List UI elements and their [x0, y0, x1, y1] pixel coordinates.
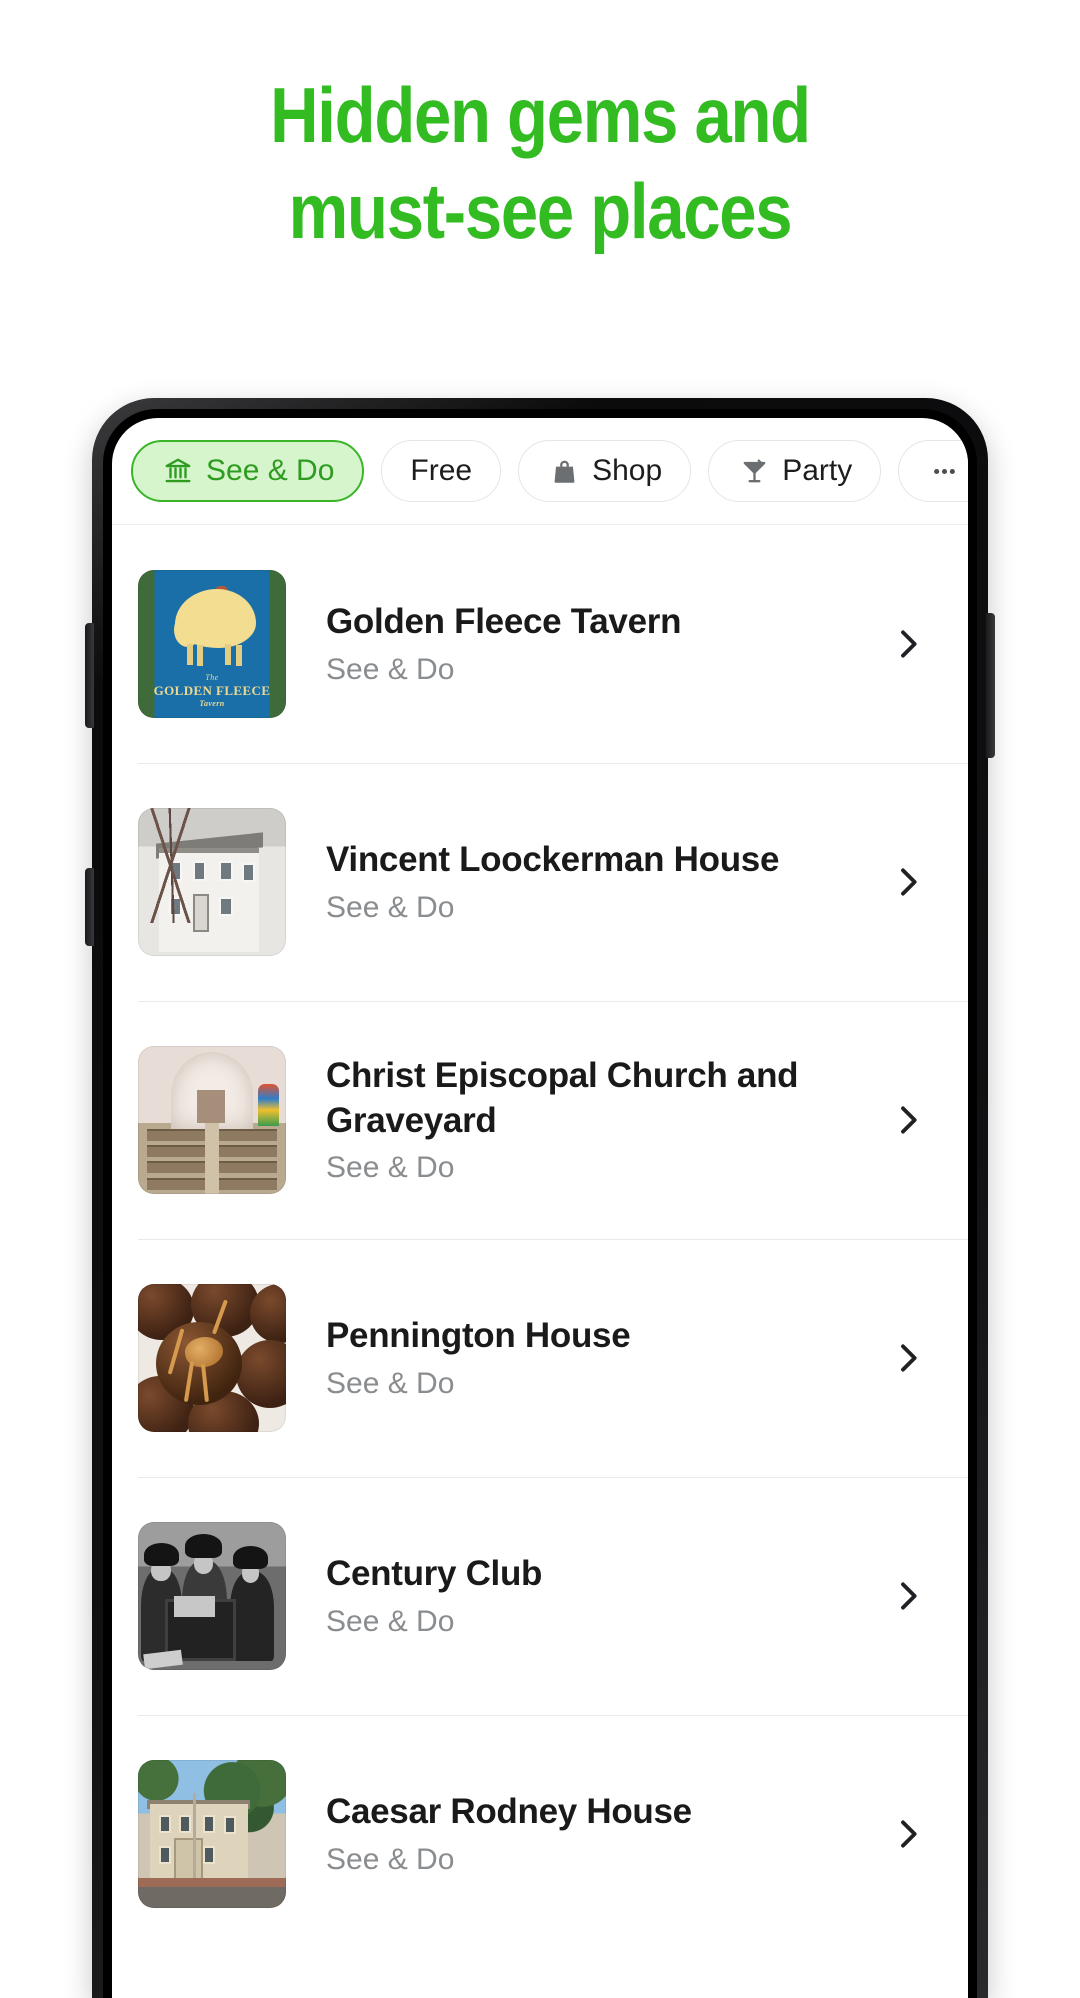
tan-colonial-house-thumbnail: [138, 1760, 286, 1908]
filter-chip-free[interactable]: Free: [381, 440, 502, 502]
white-colonial-house-thumbnail: [138, 808, 286, 956]
chevron-right-icon[interactable]: [882, 618, 934, 670]
phone-screen: See & Do Free Shop Party The GOLDEN FLEE…: [112, 418, 968, 1998]
chocolate-truffles-thumbnail: [138, 1284, 286, 1432]
filter-chip-label: See & Do: [206, 454, 335, 487]
list-item-text: Caesar Rodney House See & Do: [286, 1790, 882, 1878]
phone-volume-up-button: [85, 623, 94, 728]
filter-chip-label: Party: [782, 454, 853, 487]
filter-chip-shop[interactable]: Shop: [518, 440, 692, 502]
filter-chips-row[interactable]: See & Do Free Shop Party: [112, 418, 968, 525]
list-item[interactable]: Christ Episcopal Church and Graveyard Se…: [112, 1001, 968, 1239]
list-item-category: See & Do: [326, 1842, 455, 1876]
list-item-title: Christ Episcopal Church and Graveyard: [326, 1055, 799, 1140]
phone-power-button: [986, 613, 995, 758]
list-item-category: See & Do: [326, 1151, 455, 1185]
page-title-line-1: Hidden gems and: [270, 71, 811, 159]
list-item-title: Pennington House: [326, 1316, 631, 1356]
chevron-right-icon[interactable]: [882, 1094, 934, 1146]
list-item-text: Vincent Loockerman House See & Do: [286, 838, 882, 926]
filter-chip-party[interactable]: Party: [708, 440, 882, 502]
phone-mockup: See & Do Free Shop Party The GOLDEN FLEE…: [85, 398, 995, 1998]
list-item[interactable]: Century Club See & Do: [112, 1477, 968, 1715]
page-title: Hidden gems and must-see places: [76, 0, 1005, 260]
list-item-category: See & Do: [326, 652, 455, 686]
shopping-bag-icon: [547, 454, 581, 488]
golden-fleece-tavern-sign-thumbnail: The GOLDEN FLEECE Tavern: [138, 570, 286, 718]
filter-chip-label: Free: [410, 454, 473, 487]
list-item-category: See & Do: [326, 890, 455, 924]
list-item-text: Century Club See & Do: [286, 1552, 882, 1640]
filter-chip-other[interactable]: Other: [898, 440, 968, 502]
filter-chip-label: Shop: [592, 454, 663, 487]
list-item[interactable]: Pennington House See & Do: [112, 1239, 968, 1477]
list-item[interactable]: The GOLDEN FLEECE Tavern Golden Fleece Tav…: [112, 525, 968, 763]
page-title-line-2: must-see places: [288, 166, 793, 255]
chevron-right-icon[interactable]: [882, 856, 934, 908]
list-item-title: Vincent Loockerman House: [326, 840, 780, 880]
list-item-category: See & Do: [326, 1366, 455, 1400]
church-interior-thumbnail: [138, 1046, 286, 1194]
list-item-title: Century Club: [326, 1554, 543, 1594]
filter-chip-see-and-do[interactable]: See & Do: [131, 440, 365, 502]
list-item-text: Golden Fleece Tavern See & Do: [286, 600, 882, 688]
list-item-category: See & Do: [326, 1604, 455, 1638]
list-item-title: Caesar Rodney House: [326, 1792, 692, 1832]
cocktail-glass-icon: [737, 454, 771, 488]
chevron-right-icon[interactable]: [882, 1808, 934, 1860]
list-item[interactable]: Caesar Rodney House See & Do: [112, 1715, 968, 1953]
chevron-right-icon[interactable]: [882, 1570, 934, 1622]
chevron-right-icon[interactable]: [882, 1332, 934, 1384]
list-item-text: Pennington House See & Do: [286, 1314, 882, 1402]
museum-icon: [161, 454, 195, 488]
ellipsis-icon: [927, 454, 961, 488]
historic-black-and-white-photo-thumbnail: [138, 1522, 286, 1670]
list-item-text: Christ Episcopal Church and Graveyard Se…: [286, 1054, 882, 1187]
place-list: The GOLDEN FLEECE Tavern Golden Fleece Tav…: [112, 525, 968, 1953]
list-item[interactable]: Vincent Loockerman House See & Do: [112, 763, 968, 1001]
phone-volume-down-button: [85, 868, 94, 946]
list-item-title: Golden Fleece Tavern: [326, 602, 682, 642]
